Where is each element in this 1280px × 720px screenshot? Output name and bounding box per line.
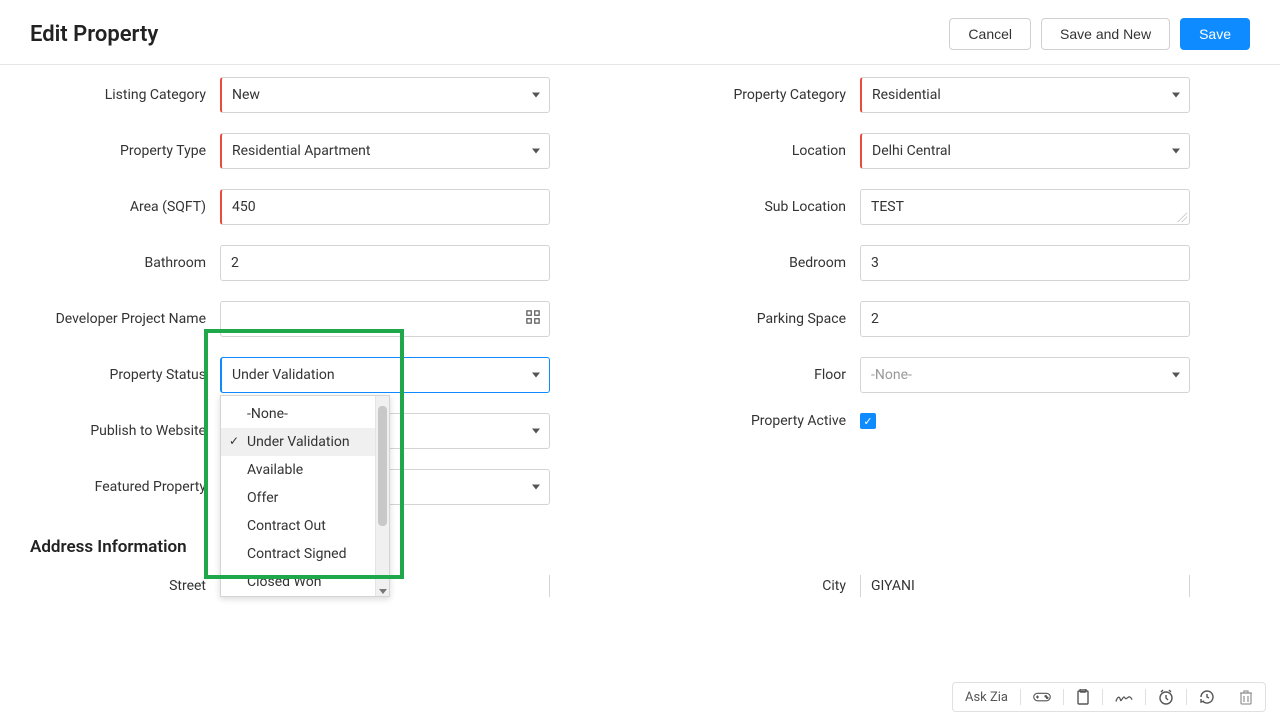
bathroom-input[interactable]: 2 xyxy=(220,245,550,281)
property-category-label: Property Category xyxy=(670,87,860,103)
property-status-label: Property Status xyxy=(30,367,220,383)
resize-handle[interactable] xyxy=(1177,212,1187,222)
chevron-down-icon xyxy=(1172,373,1180,378)
clock-icon[interactable] xyxy=(1152,686,1180,708)
listing-category-label: Listing Category xyxy=(30,87,220,103)
floor-label: Floor xyxy=(670,367,860,383)
save-and-new-button[interactable]: Save and New xyxy=(1041,18,1170,50)
publish-to-website-label: Publish to Website xyxy=(30,423,220,439)
property-status-option[interactable]: Contract Out xyxy=(221,512,375,540)
bottom-toolbar: Ask Zia xyxy=(952,682,1266,712)
chevron-down-icon xyxy=(532,373,540,378)
clipboard-icon[interactable] xyxy=(1070,686,1096,708)
history-icon[interactable] xyxy=(1193,686,1221,708)
sub-location-label: Sub Location xyxy=(670,199,860,215)
area-value: 450 xyxy=(232,199,256,215)
street-label: Street xyxy=(30,578,220,594)
city-label: City xyxy=(670,578,860,594)
property-category-select[interactable]: Residential xyxy=(860,77,1190,113)
chevron-down-icon xyxy=(1172,93,1180,98)
city-value: GIYANI xyxy=(871,578,915,594)
property-status-select[interactable]: Under Validation xyxy=(220,357,550,393)
location-label: Location xyxy=(670,143,860,159)
location-select[interactable]: Delhi Central xyxy=(860,133,1190,169)
property-type-value: Residential Apartment xyxy=(232,143,371,159)
property-category-value: Residential xyxy=(872,87,941,103)
separator xyxy=(1102,689,1103,705)
listing-category-value: New xyxy=(232,87,260,103)
property-status-option[interactable]: Offer xyxy=(221,484,375,512)
separator xyxy=(1063,689,1064,705)
featured-property-label: Featured Property xyxy=(30,479,220,495)
address-info-section-title: Address Information xyxy=(0,525,1280,565)
chevron-down-icon xyxy=(532,93,540,98)
chevron-down-icon xyxy=(532,485,540,490)
gamepad-icon[interactable] xyxy=(1027,687,1057,707)
property-status-option[interactable]: Under Validation xyxy=(221,428,375,456)
floor-select[interactable]: -None- xyxy=(860,357,1190,393)
area-input[interactable]: 450 xyxy=(220,189,550,225)
property-status-option[interactable]: Available xyxy=(221,456,375,484)
signature-icon[interactable] xyxy=(1109,687,1139,707)
property-type-select[interactable]: Residential Apartment xyxy=(220,133,550,169)
bedroom-input[interactable]: 3 xyxy=(860,245,1190,281)
trash-icon[interactable] xyxy=(1233,686,1259,708)
header-actions: Cancel Save and New Save xyxy=(949,18,1250,50)
property-type-label: Property Type xyxy=(30,143,220,159)
property-status-dropdown: -None-Under ValidationAvailableOfferCont… xyxy=(220,395,390,597)
bedroom-label: Bedroom xyxy=(670,255,860,271)
location-value: Delhi Central xyxy=(872,143,951,159)
page-title: Edit Property xyxy=(30,22,158,47)
property-status-option[interactable]: -None- xyxy=(221,400,375,428)
property-active-checkbox[interactable]: ✓ xyxy=(860,413,876,429)
city-input[interactable]: GIYANI xyxy=(860,575,1190,597)
chevron-down-icon xyxy=(1172,149,1180,154)
bathroom-label: Bathroom xyxy=(30,255,220,271)
parking-space-label: Parking Space xyxy=(670,311,860,327)
parking-space-value: 2 xyxy=(871,311,879,327)
listing-category-select[interactable]: New xyxy=(220,77,550,113)
parking-space-input[interactable]: 2 xyxy=(860,301,1190,337)
save-button[interactable]: Save xyxy=(1180,18,1250,50)
developer-project-input[interactable] xyxy=(220,301,550,337)
separator xyxy=(1020,689,1021,705)
separator xyxy=(1145,689,1146,705)
scrollbar[interactable] xyxy=(375,396,389,596)
developer-project-label: Developer Project Name xyxy=(30,311,220,327)
chevron-down-icon xyxy=(532,429,540,434)
property-status-option[interactable]: Closed Won xyxy=(221,568,375,596)
lookup-icon[interactable] xyxy=(526,310,540,328)
area-label: Area (SQFT) xyxy=(30,199,220,215)
property-status-option[interactable]: Contract Signed xyxy=(221,540,375,568)
sub-location-value: TEST xyxy=(871,199,904,215)
separator xyxy=(1186,689,1187,705)
property-active-label: Property Active xyxy=(670,413,860,429)
floor-value: -None- xyxy=(871,367,912,383)
bedroom-value: 3 xyxy=(871,255,879,271)
sub-location-input[interactable]: TEST xyxy=(860,189,1190,225)
ask-zia-button[interactable]: Ask Zia xyxy=(959,687,1014,708)
bathroom-value: 2 xyxy=(231,255,239,271)
cancel-button[interactable]: Cancel xyxy=(949,18,1031,50)
chevron-down-icon[interactable] xyxy=(379,589,387,594)
chevron-down-icon xyxy=(532,149,540,154)
scrollbar-thumb[interactable] xyxy=(378,406,387,526)
property-status-value: Under Validation xyxy=(232,367,335,383)
